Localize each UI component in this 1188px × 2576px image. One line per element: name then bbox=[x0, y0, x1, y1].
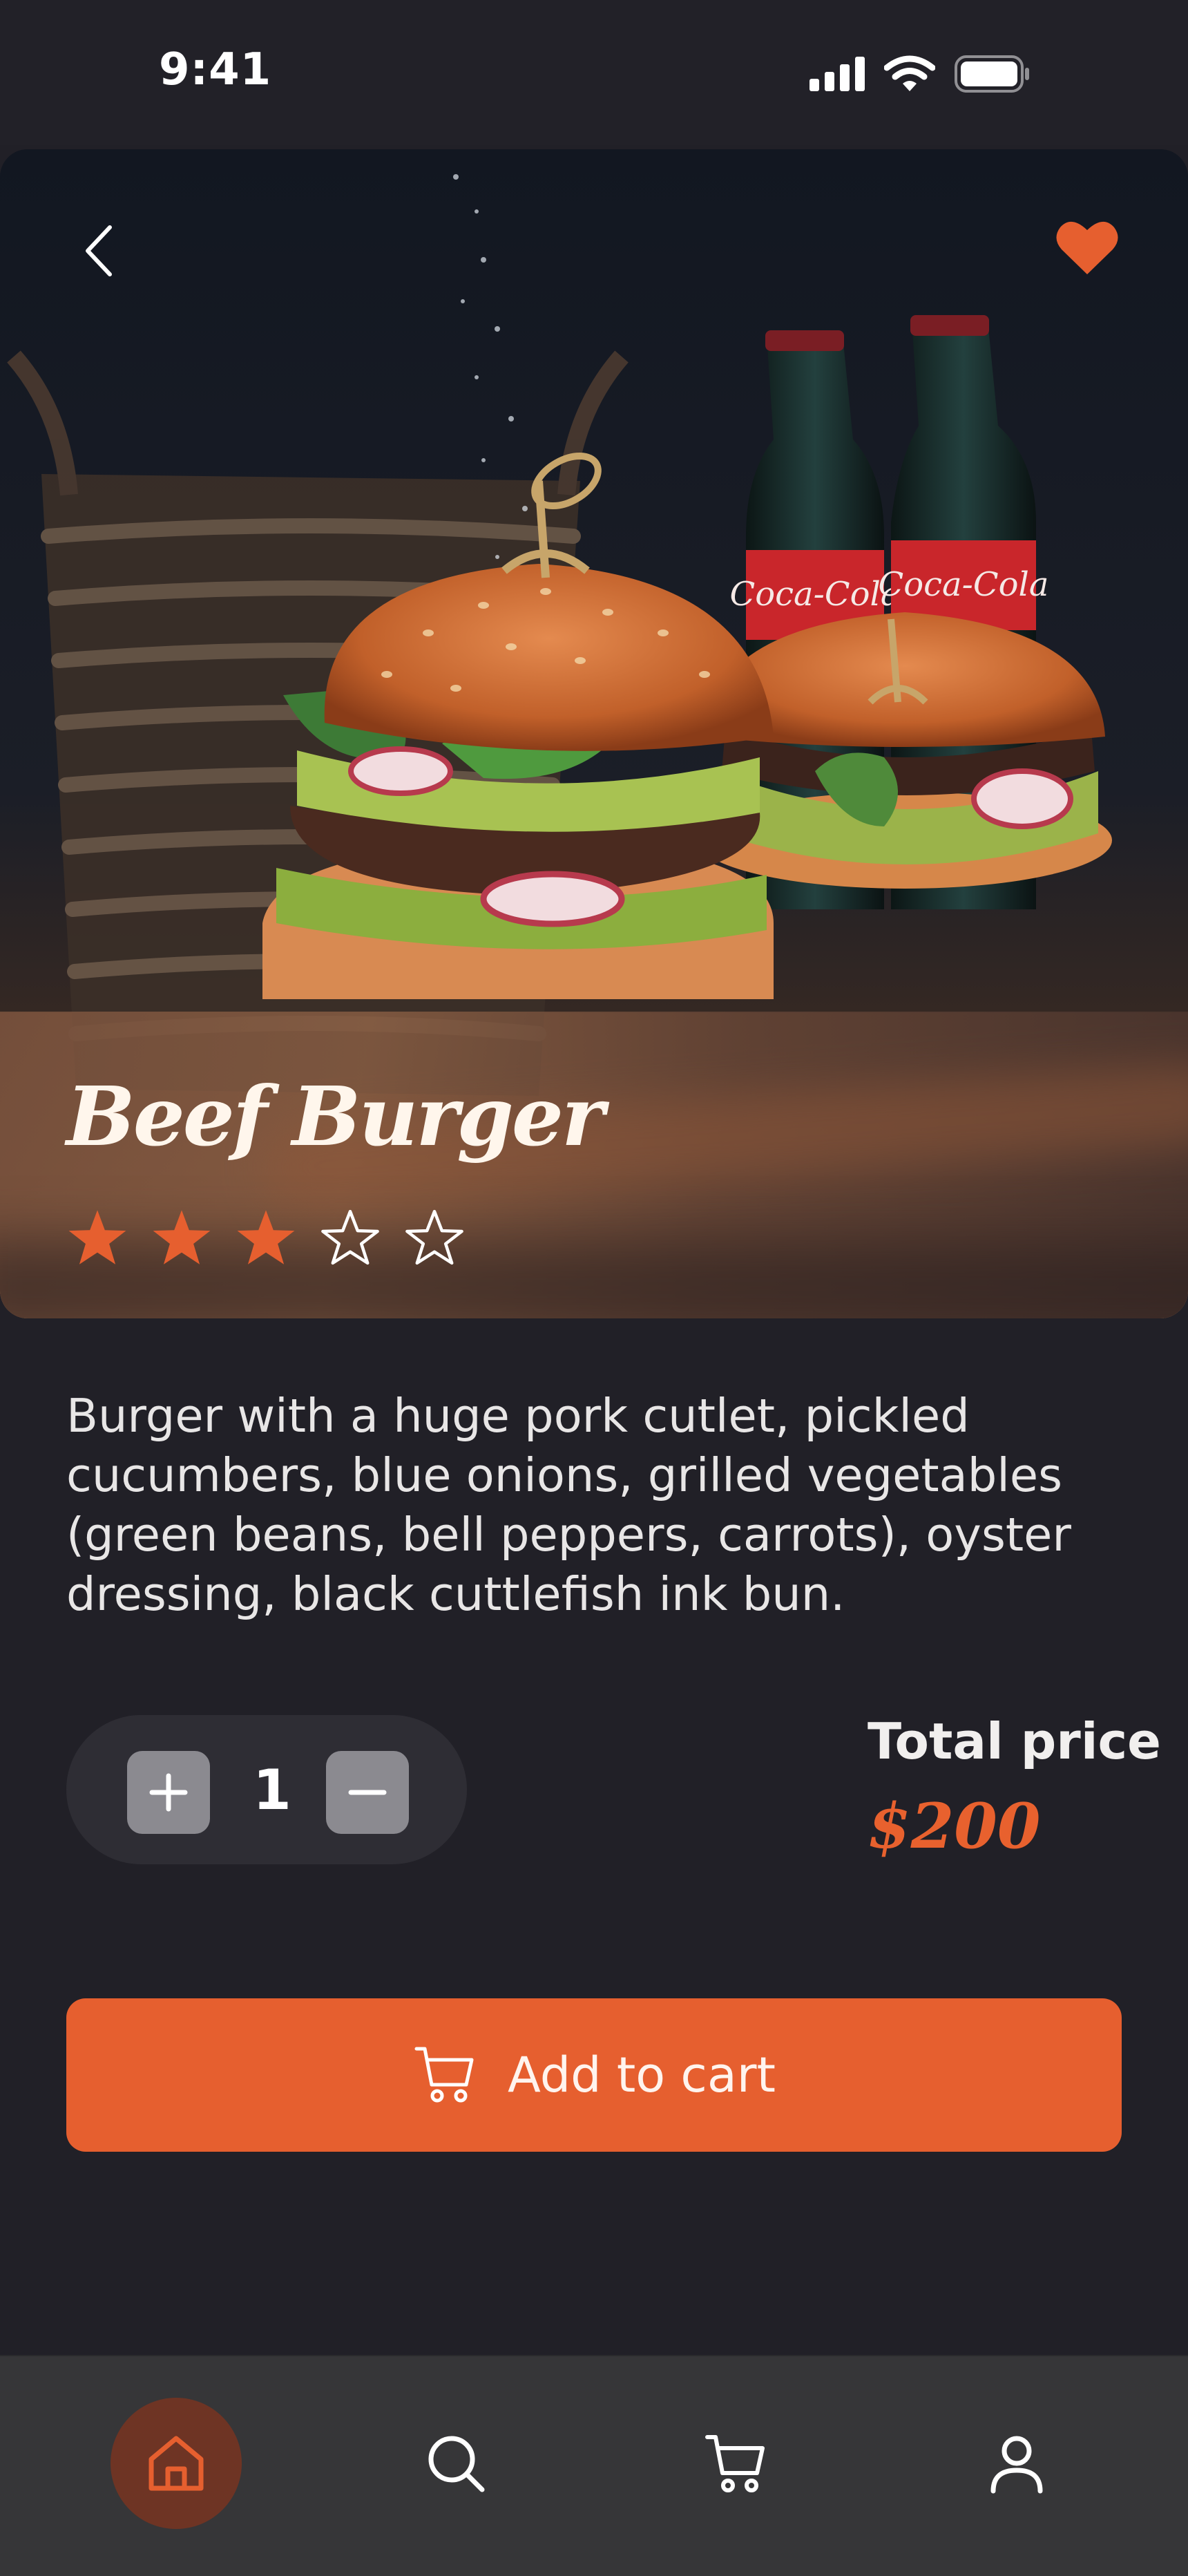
star-outline-icon[interactable] bbox=[403, 1206, 466, 1269]
battery-icon bbox=[955, 55, 1029, 93]
back-button[interactable] bbox=[73, 220, 124, 282]
status-time: 9:41 bbox=[159, 44, 272, 95]
minus-icon bbox=[348, 1790, 387, 1795]
signal-icon bbox=[809, 57, 865, 91]
nav-cart[interactable] bbox=[671, 2398, 802, 2529]
wifi-icon bbox=[884, 55, 935, 91]
increment-button[interactable] bbox=[127, 1751, 210, 1834]
star-filled-icon[interactable] bbox=[66, 1206, 128, 1269]
bottom-nav bbox=[0, 2355, 1188, 2576]
product-rating bbox=[66, 1206, 466, 1269]
add-to-cart-label: Add to cart bbox=[508, 2047, 776, 2103]
nav-home[interactable] bbox=[111, 2398, 242, 2529]
plus-icon bbox=[149, 1773, 188, 1812]
status-bar: 9:41 bbox=[0, 0, 1188, 145]
status-icons bbox=[809, 55, 1031, 93]
favorite-button[interactable] bbox=[1053, 216, 1122, 278]
cart-icon bbox=[705, 2435, 765, 2492]
star-outline-icon[interactable] bbox=[319, 1206, 381, 1269]
heart-icon bbox=[1056, 221, 1118, 274]
cart-icon bbox=[414, 2047, 474, 2103]
search-icon bbox=[428, 2436, 485, 2492]
svg-text:Coca-Cola: Coca-Cola bbox=[730, 575, 901, 614]
nav-search[interactable] bbox=[390, 2398, 521, 2529]
quantity-stepper: 1 bbox=[66, 1715, 467, 1864]
home-icon bbox=[148, 2436, 204, 2491]
nav-profile[interactable] bbox=[951, 2398, 1082, 2529]
add-to-cart-button[interactable]: Add to cart bbox=[66, 1998, 1122, 2152]
product-info-panel bbox=[0, 1012, 1188, 1318]
svg-text:Coca-Cola: Coca-Cola bbox=[879, 565, 1049, 604]
product-description: Burger with a huge pork cutlet, pickled … bbox=[66, 1389, 1071, 1621]
total-price-value: $200 bbox=[868, 1790, 1041, 1863]
total-price-label: Total price bbox=[868, 1712, 1162, 1770]
star-filled-icon[interactable] bbox=[151, 1206, 213, 1269]
product-title: Beef Burger bbox=[66, 1068, 604, 1164]
star-filled-icon[interactable] bbox=[235, 1206, 297, 1269]
user-icon bbox=[990, 2436, 1043, 2494]
decrement-button[interactable] bbox=[326, 1751, 409, 1834]
quantity-value: 1 bbox=[253, 1758, 291, 1822]
chevron-left-icon bbox=[86, 225, 112, 276]
